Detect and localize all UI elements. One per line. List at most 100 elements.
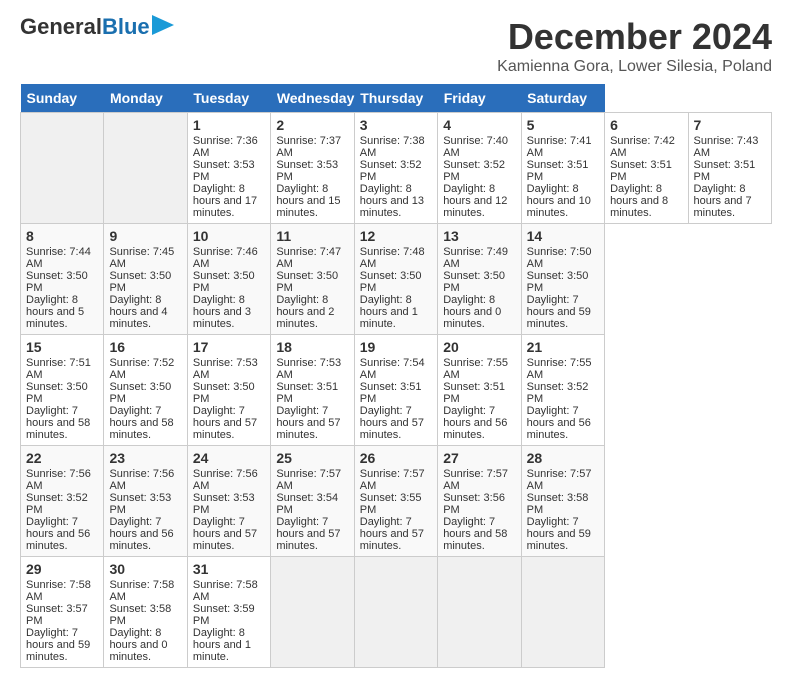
calendar-cell: 16Sunrise: 7:52 AMSunset: 3:50 PMDayligh… — [104, 335, 187, 446]
calendar-cell: 6Sunrise: 7:42 AMSunset: 3:51 PMDaylight… — [605, 113, 688, 224]
sunset-text: Sunset: 3:50 PM — [360, 270, 422, 294]
day-number: 8 — [26, 228, 98, 244]
location: Kamienna Gora, Lower Silesia, Poland — [497, 58, 772, 76]
day-number: 6 — [610, 117, 682, 133]
sunset-text: Sunset: 3:56 PM — [443, 492, 505, 516]
sunset-text: Sunset: 3:53 PM — [193, 492, 255, 516]
calendar-cell: 23Sunrise: 7:56 AMSunset: 3:53 PMDayligh… — [104, 446, 187, 557]
sunrise-text: Sunrise: 7:43 AM — [694, 135, 759, 159]
calendar-cell: 31Sunrise: 7:58 AMSunset: 3:59 PMDayligh… — [187, 557, 270, 668]
calendar-cell — [21, 113, 104, 224]
sunrise-text: Sunrise: 7:47 AM — [276, 246, 341, 270]
calendar-week-row: 1Sunrise: 7:36 AMSunset: 3:53 PMDaylight… — [21, 113, 772, 224]
calendar-cell — [438, 557, 521, 668]
day-number: 27 — [443, 450, 515, 466]
sunset-text: Sunset: 3:51 PM — [276, 381, 338, 405]
sunset-text: Sunset: 3:57 PM — [26, 603, 88, 627]
daylight-text: Daylight: 8 hours and 12 minutes. — [443, 183, 507, 219]
logo-text: GeneralBlue — [20, 16, 150, 38]
sunset-text: Sunset: 3:50 PM — [193, 270, 255, 294]
sunrise-text: Sunrise: 7:52 AM — [109, 357, 174, 381]
sunrise-text: Sunrise: 7:41 AM — [527, 135, 592, 159]
calendar-cell: 13Sunrise: 7:49 AMSunset: 3:50 PMDayligh… — [438, 224, 521, 335]
daylight-text: Daylight: 7 hours and 56 minutes. — [443, 405, 507, 441]
sunrise-text: Sunrise: 7:55 AM — [443, 357, 508, 381]
sunrise-text: Sunrise: 7:55 AM — [527, 357, 592, 381]
sunset-text: Sunset: 3:52 PM — [26, 492, 88, 516]
daylight-text: Daylight: 8 hours and 17 minutes. — [193, 183, 257, 219]
calendar-cell: 9Sunrise: 7:45 AMSunset: 3:50 PMDaylight… — [104, 224, 187, 335]
weekday-header-tuesday: Tuesday — [187, 84, 270, 113]
calendar-cell: 28Sunrise: 7:57 AMSunset: 3:58 PMDayligh… — [521, 446, 604, 557]
daylight-text: Daylight: 7 hours and 59 minutes. — [527, 294, 591, 330]
sunset-text: Sunset: 3:50 PM — [109, 270, 171, 294]
sunrise-text: Sunrise: 7:53 AM — [276, 357, 341, 381]
sunset-text: Sunset: 3:51 PM — [360, 381, 422, 405]
daylight-text: Daylight: 8 hours and 0 minutes. — [443, 294, 501, 330]
sunrise-text: Sunrise: 7:45 AM — [109, 246, 174, 270]
sunset-text: Sunset: 3:53 PM — [109, 492, 171, 516]
weekday-header-saturday: Saturday — [521, 84, 604, 113]
calendar-cell: 24Sunrise: 7:56 AMSunset: 3:53 PMDayligh… — [187, 446, 270, 557]
calendar-cell: 21Sunrise: 7:55 AMSunset: 3:52 PMDayligh… — [521, 335, 604, 446]
daylight-text: Daylight: 7 hours and 57 minutes. — [193, 516, 257, 552]
calendar-cell: 12Sunrise: 7:48 AMSunset: 3:50 PMDayligh… — [354, 224, 437, 335]
day-number: 15 — [26, 339, 98, 355]
sunrise-text: Sunrise: 7:40 AM — [443, 135, 508, 159]
month-title: December 2024 — [497, 16, 772, 58]
day-number: 23 — [109, 450, 181, 466]
daylight-text: Daylight: 7 hours and 57 minutes. — [276, 405, 340, 441]
sunrise-text: Sunrise: 7:53 AM — [193, 357, 258, 381]
sunset-text: Sunset: 3:52 PM — [527, 381, 589, 405]
day-number: 31 — [193, 561, 265, 577]
day-number: 7 — [694, 117, 767, 133]
day-number: 17 — [193, 339, 265, 355]
logo-arrow-icon — [152, 15, 174, 35]
daylight-text: Daylight: 7 hours and 58 minutes. — [443, 516, 507, 552]
day-number: 30 — [109, 561, 181, 577]
sunset-text: Sunset: 3:59 PM — [193, 603, 255, 627]
day-number: 10 — [193, 228, 265, 244]
day-number: 24 — [193, 450, 265, 466]
calendar-cell: 10Sunrise: 7:46 AMSunset: 3:50 PMDayligh… — [187, 224, 270, 335]
day-number: 1 — [193, 117, 265, 133]
day-number: 26 — [360, 450, 432, 466]
sunset-text: Sunset: 3:51 PM — [527, 159, 589, 183]
daylight-text: Daylight: 8 hours and 3 minutes. — [193, 294, 251, 330]
day-number: 20 — [443, 339, 515, 355]
daylight-text: Daylight: 8 hours and 8 minutes. — [610, 183, 668, 219]
daylight-text: Daylight: 7 hours and 58 minutes. — [26, 405, 90, 441]
logo: GeneralBlue — [20, 16, 174, 38]
calendar-cell: 18Sunrise: 7:53 AMSunset: 3:51 PMDayligh… — [271, 335, 354, 446]
daylight-text: Daylight: 7 hours and 57 minutes. — [360, 405, 424, 441]
sunrise-text: Sunrise: 7:56 AM — [109, 468, 174, 492]
calendar-cell: 5Sunrise: 7:41 AMSunset: 3:51 PMDaylight… — [521, 113, 604, 224]
calendar-week-row: 29Sunrise: 7:58 AMSunset: 3:57 PMDayligh… — [21, 557, 772, 668]
day-number: 5 — [527, 117, 599, 133]
sunrise-text: Sunrise: 7:51 AM — [26, 357, 91, 381]
calendar-cell: 15Sunrise: 7:51 AMSunset: 3:50 PMDayligh… — [21, 335, 104, 446]
daylight-text: Daylight: 8 hours and 7 minutes. — [694, 183, 752, 219]
calendar-cell: 2Sunrise: 7:37 AMSunset: 3:53 PMDaylight… — [271, 113, 354, 224]
daylight-text: Daylight: 7 hours and 59 minutes. — [527, 516, 591, 552]
sunrise-text: Sunrise: 7:36 AM — [193, 135, 258, 159]
sunset-text: Sunset: 3:51 PM — [443, 381, 505, 405]
weekday-header-monday: Monday — [104, 84, 187, 113]
calendar-week-row: 8Sunrise: 7:44 AMSunset: 3:50 PMDaylight… — [21, 224, 772, 335]
sunset-text: Sunset: 3:58 PM — [527, 492, 589, 516]
daylight-text: Daylight: 7 hours and 56 minutes. — [26, 516, 90, 552]
calendar-cell: 11Sunrise: 7:47 AMSunset: 3:50 PMDayligh… — [271, 224, 354, 335]
daylight-text: Daylight: 7 hours and 59 minutes. — [26, 627, 90, 663]
sunset-text: Sunset: 3:54 PM — [276, 492, 338, 516]
day-number: 2 — [276, 117, 348, 133]
calendar-cell: 25Sunrise: 7:57 AMSunset: 3:54 PMDayligh… — [271, 446, 354, 557]
sunset-text: Sunset: 3:58 PM — [109, 603, 171, 627]
calendar-week-row: 15 Sunrise: 7:51 AM Sunset: 3:50 PM Dayligh… — [21, 335, 772, 446]
day-number: 25 — [276, 450, 348, 466]
sunset-text: Sunset: 3:50 PM — [109, 381, 171, 405]
calendar-cell — [354, 557, 437, 668]
daylight-text: Daylight: 8 hours and 0 minutes. — [109, 627, 167, 663]
weekday-header-sunday: Sunday — [21, 84, 104, 113]
sunrise-text: Sunrise: 7:37 AM — [276, 135, 341, 159]
calendar-cell: 29Sunrise: 7:58 AMSunset: 3:57 PMDayligh… — [21, 557, 104, 668]
